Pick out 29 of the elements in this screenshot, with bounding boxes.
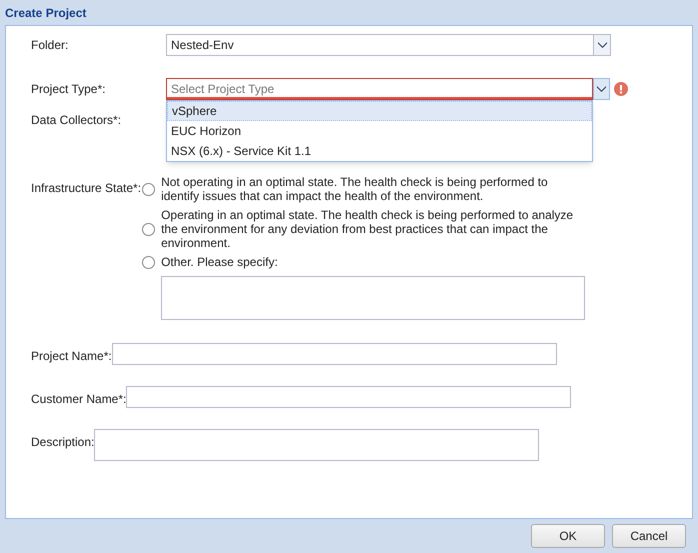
text-field[interactable]	[126, 386, 572, 408]
field-label: Data Collectors*:	[31, 112, 122, 129]
error-icon	[614, 82, 628, 96]
dropdown-option[interactable]: NSX (6.x) - Service Kit 1.1	[167, 141, 592, 161]
radio-label: Other. Please specify:	[161, 255, 279, 269]
dialog-button[interactable]: Cancel	[612, 524, 686, 548]
project-type-dropdown[interactable]: Select Project Type	[166, 78, 593, 100]
text-field[interactable]	[112, 343, 557, 365]
folder-dropdown[interactable]: Nested-Env	[166, 34, 611, 56]
chevron-down-icon	[597, 86, 606, 92]
window-title: Create Project	[4, 4, 88, 22]
dropdown-option[interactable]: EUC Horizon	[167, 121, 592, 141]
other-text-area[interactable]	[161, 276, 586, 320]
field-label: Customer Name*:	[31, 392, 126, 406]
field-label: Project Name*:	[31, 349, 112, 363]
radio-button[interactable]	[142, 182, 156, 196]
radio-label: Operating in an optimal state. The health check is being performed to analyze the environment for any deviation from best practices that can impact the environment.	[161, 208, 574, 250]
dialog-button[interactable]: OK	[531, 524, 605, 548]
dropdown-option[interactable]: vSphere	[167, 101, 592, 121]
chevron-down-icon	[598, 42, 606, 48]
dropdown-toggle[interactable]	[593, 78, 610, 100]
radio-button[interactable]	[142, 256, 156, 268]
field-label: Infrastructure State*:	[31, 181, 142, 195]
field-label: Folder:	[31, 37, 70, 54]
field-label: Description:	[31, 435, 94, 449]
radio-button[interactable]	[142, 222, 156, 236]
field-label: Project Type*:	[31, 81, 106, 98]
description-field[interactable]	[94, 429, 540, 461]
radio-label: Not operating in an optimal state. The health check is being performed to identify issues that can impact the health of the environment.	[161, 175, 549, 203]
